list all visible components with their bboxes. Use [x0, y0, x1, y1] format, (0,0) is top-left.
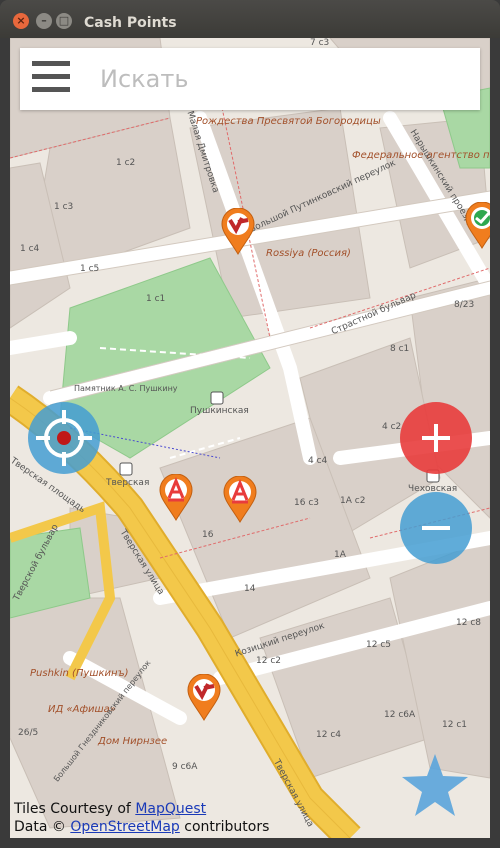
- map-label-rossiya: Rossiya (Россия): [266, 248, 351, 259]
- house-number: 1А: [334, 550, 346, 560]
- map-attribution: Tiles Courtesy of MapQuest Data © OpenSt…: [14, 800, 269, 836]
- menu-icon[interactable]: [32, 61, 70, 97]
- house-number: 1А с2: [340, 496, 366, 506]
- window-titlebar: × – □ Cash Points: [0, 0, 500, 38]
- house-number: 26/5: [18, 728, 39, 738]
- zoom-in-button[interactable]: [400, 402, 472, 474]
- house-number: 4 с4: [308, 456, 328, 466]
- house-number: 1 с5: [80, 264, 100, 274]
- star-icon[interactable]: [400, 752, 470, 818]
- sberbank-atm-marker[interactable]: [464, 202, 490, 250]
- map-label-agency: Федеральное агентство по печати и массов…: [352, 150, 490, 161]
- house-number: 8 с1: [390, 344, 410, 354]
- window-maximize-button[interactable]: □: [56, 13, 72, 29]
- house-number: 16: [202, 530, 214, 540]
- house-number: 1 с1: [146, 294, 166, 304]
- house-number: 4 с2: [382, 422, 402, 432]
- crosshair-icon: [36, 410, 92, 466]
- house-number: 16 с3: [294, 498, 319, 508]
- vtb-atm-marker[interactable]: [220, 208, 256, 256]
- attribution-text: Data ©: [14, 819, 71, 835]
- house-number: 12 с1: [442, 720, 467, 730]
- zoom-out-button[interactable]: [400, 492, 472, 564]
- window-minimize-button[interactable]: –: [36, 13, 52, 29]
- house-number: 1 с4: [20, 244, 40, 254]
- attribution-text: Tiles Courtesy of: [14, 801, 136, 817]
- house-number: 12 с5: [366, 640, 391, 650]
- house-number: 12 с6А: [384, 710, 416, 720]
- house-number: 14: [244, 584, 256, 594]
- minus-icon: [422, 526, 450, 530]
- vtb-atm-marker-2[interactable]: [186, 674, 222, 722]
- attribution-text: contributors: [179, 819, 270, 835]
- map-label-pushkin-cafe: Pushkin (Пушкинъ): [30, 668, 129, 679]
- house-number: 12 с4: [316, 730, 341, 740]
- house-number: 1 с2: [116, 158, 136, 168]
- house-number: 9 с6А: [172, 762, 198, 772]
- house-number: 8/23: [454, 300, 475, 310]
- house-number: 1 с3: [54, 202, 74, 212]
- search-bar: [20, 48, 480, 110]
- alfabank-atm-marker-2[interactable]: [222, 476, 258, 524]
- house-number: 12 с8: [456, 618, 481, 628]
- window-title: Cash Points: [84, 15, 177, 31]
- map-label-nirnzee: Дом Нирнзее: [98, 736, 168, 747]
- map-label-pushkinskaya: Пушкинская: [190, 406, 249, 416]
- locate-button[interactable]: [28, 402, 100, 474]
- map-label-pushkin-monument: Памятник А. С. Пушкину: [74, 384, 178, 393]
- window-close-button[interactable]: ×: [13, 13, 29, 29]
- house-number: 12 с2: [256, 656, 281, 666]
- search-input[interactable]: [98, 58, 462, 100]
- openstreetmap-link[interactable]: OpenStreetMap: [70, 819, 179, 835]
- house-number: 7 с3: [310, 38, 330, 48]
- alfabank-atm-marker[interactable]: [158, 474, 194, 522]
- map-label-tverskaya-station: Тверская: [106, 478, 150, 488]
- map-label-church: Рождества Пресвятой Богородицы: [196, 116, 381, 127]
- mapquest-link[interactable]: MapQuest: [135, 801, 206, 817]
- window-bottom-edge: [0, 838, 500, 848]
